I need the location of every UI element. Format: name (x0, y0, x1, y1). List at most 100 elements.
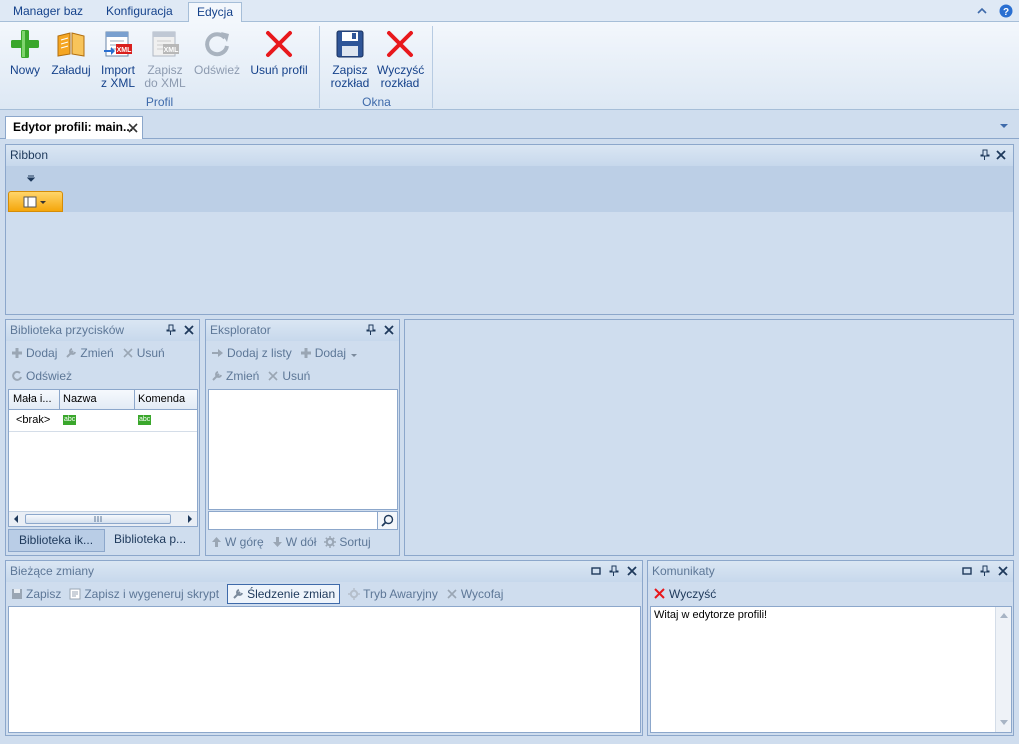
track-changes-toggle[interactable]: Śledzenie zmian (227, 584, 341, 604)
search-button[interactable] (377, 512, 397, 529)
close-icon[interactable] (626, 565, 638, 577)
ribbon-panel: Ribbon (5, 144, 1014, 315)
pin-icon[interactable] (608, 565, 620, 577)
delete-profile-button[interactable]: Usuń profil (247, 28, 311, 77)
explorer-toolbar: Dodaj z listy Dodaj (211, 342, 369, 364)
import-xml-icon: XML (104, 31, 133, 57)
pin-icon[interactable] (165, 324, 177, 336)
scroll-thumb[interactable] (25, 514, 171, 524)
panel-title: Bieżące zmiany (10, 564, 95, 578)
panel-header: Eksplorator (206, 320, 399, 341)
move-down-button[interactable]: W dół (272, 531, 316, 553)
refresh-button[interactable]: Odśwież (11, 365, 72, 387)
explorer-search-input[interactable] (208, 511, 398, 530)
close-icon[interactable] (183, 324, 195, 336)
load-button[interactable]: Załaduj (49, 28, 93, 77)
maximize-icon[interactable] (590, 565, 602, 577)
vertical-scrollbar[interactable] (995, 607, 1011, 732)
close-icon[interactable] (997, 565, 1009, 577)
emergency-mode-button[interactable]: Tryb Awaryjny (348, 583, 438, 605)
library-grid: Mała i... Nazwa Komenda <brak> abc abc (8, 389, 198, 527)
column-divider (59, 390, 60, 410)
application-menu-button[interactable] (8, 191, 63, 212)
save-disk-icon (336, 30, 364, 58)
text-field-icon: abc (138, 415, 152, 425)
save-button[interactable]: Zapisz (11, 583, 61, 605)
plus-icon (11, 30, 39, 58)
tab-manager-baz[interactable]: Manager baz (5, 2, 91, 22)
clear-messages-button[interactable]: Wyczyść (653, 583, 716, 605)
svg-text:XML: XML (117, 47, 133, 54)
change-button[interactable]: Zmień (65, 342, 114, 364)
scroll-down-icon[interactable] (1000, 720, 1008, 726)
group-label-profil: Profil (145, 95, 174, 109)
export-xml-icon: XML (152, 31, 179, 57)
column-header[interactable]: Nazwa (63, 390, 97, 409)
remove-button[interactable]: Usuń (267, 365, 310, 387)
pin-icon[interactable] (979, 565, 991, 577)
revert-button[interactable]: Wycofaj (446, 583, 503, 605)
refresh-icon (12, 370, 22, 381)
horizontal-scrollbar[interactable] (9, 511, 197, 526)
table-row[interactable]: <brak> abc abc (9, 410, 197, 432)
pin-icon[interactable] (979, 149, 991, 161)
text-field-icon: abc (63, 415, 77, 425)
help-icon[interactable]: ? (999, 4, 1013, 18)
wrench-icon (233, 589, 244, 599)
scroll-right-icon[interactable] (186, 515, 194, 523)
remove-button[interactable]: Usuń (122, 342, 165, 364)
scroll-left-icon[interactable] (12, 515, 20, 523)
gear-icon (348, 588, 361, 600)
maximize-icon[interactable] (961, 565, 973, 577)
tab-icon-library[interactable]: Biblioteka ik... (8, 529, 105, 552)
ribbon-tab-bar: Manager baz Konfiguracja Edycja ? (0, 0, 1019, 23)
customize-qat-icon[interactable] (27, 174, 35, 182)
import-xml-button[interactable]: XML Import z XML (98, 28, 138, 90)
scroll-up-icon[interactable] (1000, 612, 1008, 618)
document-tab[interactable]: Edytor profili: main... (5, 116, 143, 139)
save-layout-button[interactable]: Zapisz rozkład (327, 28, 373, 90)
explorer-tree[interactable] (208, 389, 398, 510)
close-icon[interactable] (128, 123, 138, 133)
tab-konfiguracja[interactable]: Konfiguracja (98, 2, 181, 22)
wrench-icon (66, 348, 77, 358)
collapse-ribbon-icon[interactable] (975, 4, 989, 18)
messages-log: Witaj w edytorze profili! (650, 606, 1012, 733)
grip-icon (94, 516, 102, 522)
add-from-list-button[interactable]: Dodaj z listy (211, 342, 292, 364)
clear-x-icon (654, 588, 665, 599)
new-button[interactable]: Nowy (6, 28, 44, 77)
refresh-button[interactable]: Odśwież (193, 28, 241, 77)
move-up-button[interactable]: W górę (211, 531, 264, 553)
script-icon (69, 588, 81, 600)
button-library-panel: Biblioteka przycisków Dodaj Zmień Usuń Odś… (5, 319, 200, 556)
clear-layout-button[interactable]: Wyczyść rozkład (377, 28, 424, 90)
add-dropdown-button[interactable]: Dodaj (300, 342, 361, 364)
chevron-down-icon (351, 354, 358, 357)
column-header[interactable]: Mała i... (13, 390, 61, 409)
chevron-down-icon[interactable] (999, 122, 1009, 130)
add-button[interactable]: Dodaj (11, 342, 57, 364)
tab-edycja[interactable]: Edycja (188, 2, 243, 23)
column-header[interactable]: Komenda (138, 390, 185, 409)
changes-list[interactable] (8, 606, 641, 733)
close-icon[interactable] (383, 324, 395, 336)
library-toolbar: Dodaj Zmień Usuń (11, 342, 199, 364)
arrow-right-icon (212, 349, 223, 357)
delete-x-icon (123, 348, 133, 358)
panel-header: Biblioteka przycisków (6, 320, 199, 341)
change-button[interactable]: Zmień (211, 365, 259, 387)
delete-x-icon (268, 371, 278, 381)
sort-button[interactable]: Sortuj (324, 531, 371, 553)
pin-icon[interactable] (365, 324, 377, 336)
save-xml-button[interactable]: XML Zapisz do XML (143, 28, 187, 90)
tab-button-library[interactable]: Biblioteka p... (105, 529, 197, 552)
panel-title: Eksplorator (210, 323, 271, 337)
save-generate-script-button[interactable]: Zapisz i wygeneruj skrypt (69, 583, 219, 605)
group-separator (432, 26, 433, 108)
arrow-down-icon (272, 537, 282, 547)
explorer-bottom-toolbar: W górę W dół Sortuj (211, 531, 379, 553)
close-icon[interactable] (995, 149, 1007, 161)
document-tab-strip (0, 111, 1019, 139)
panel-title: Biblioteka przycisków (10, 323, 125, 337)
